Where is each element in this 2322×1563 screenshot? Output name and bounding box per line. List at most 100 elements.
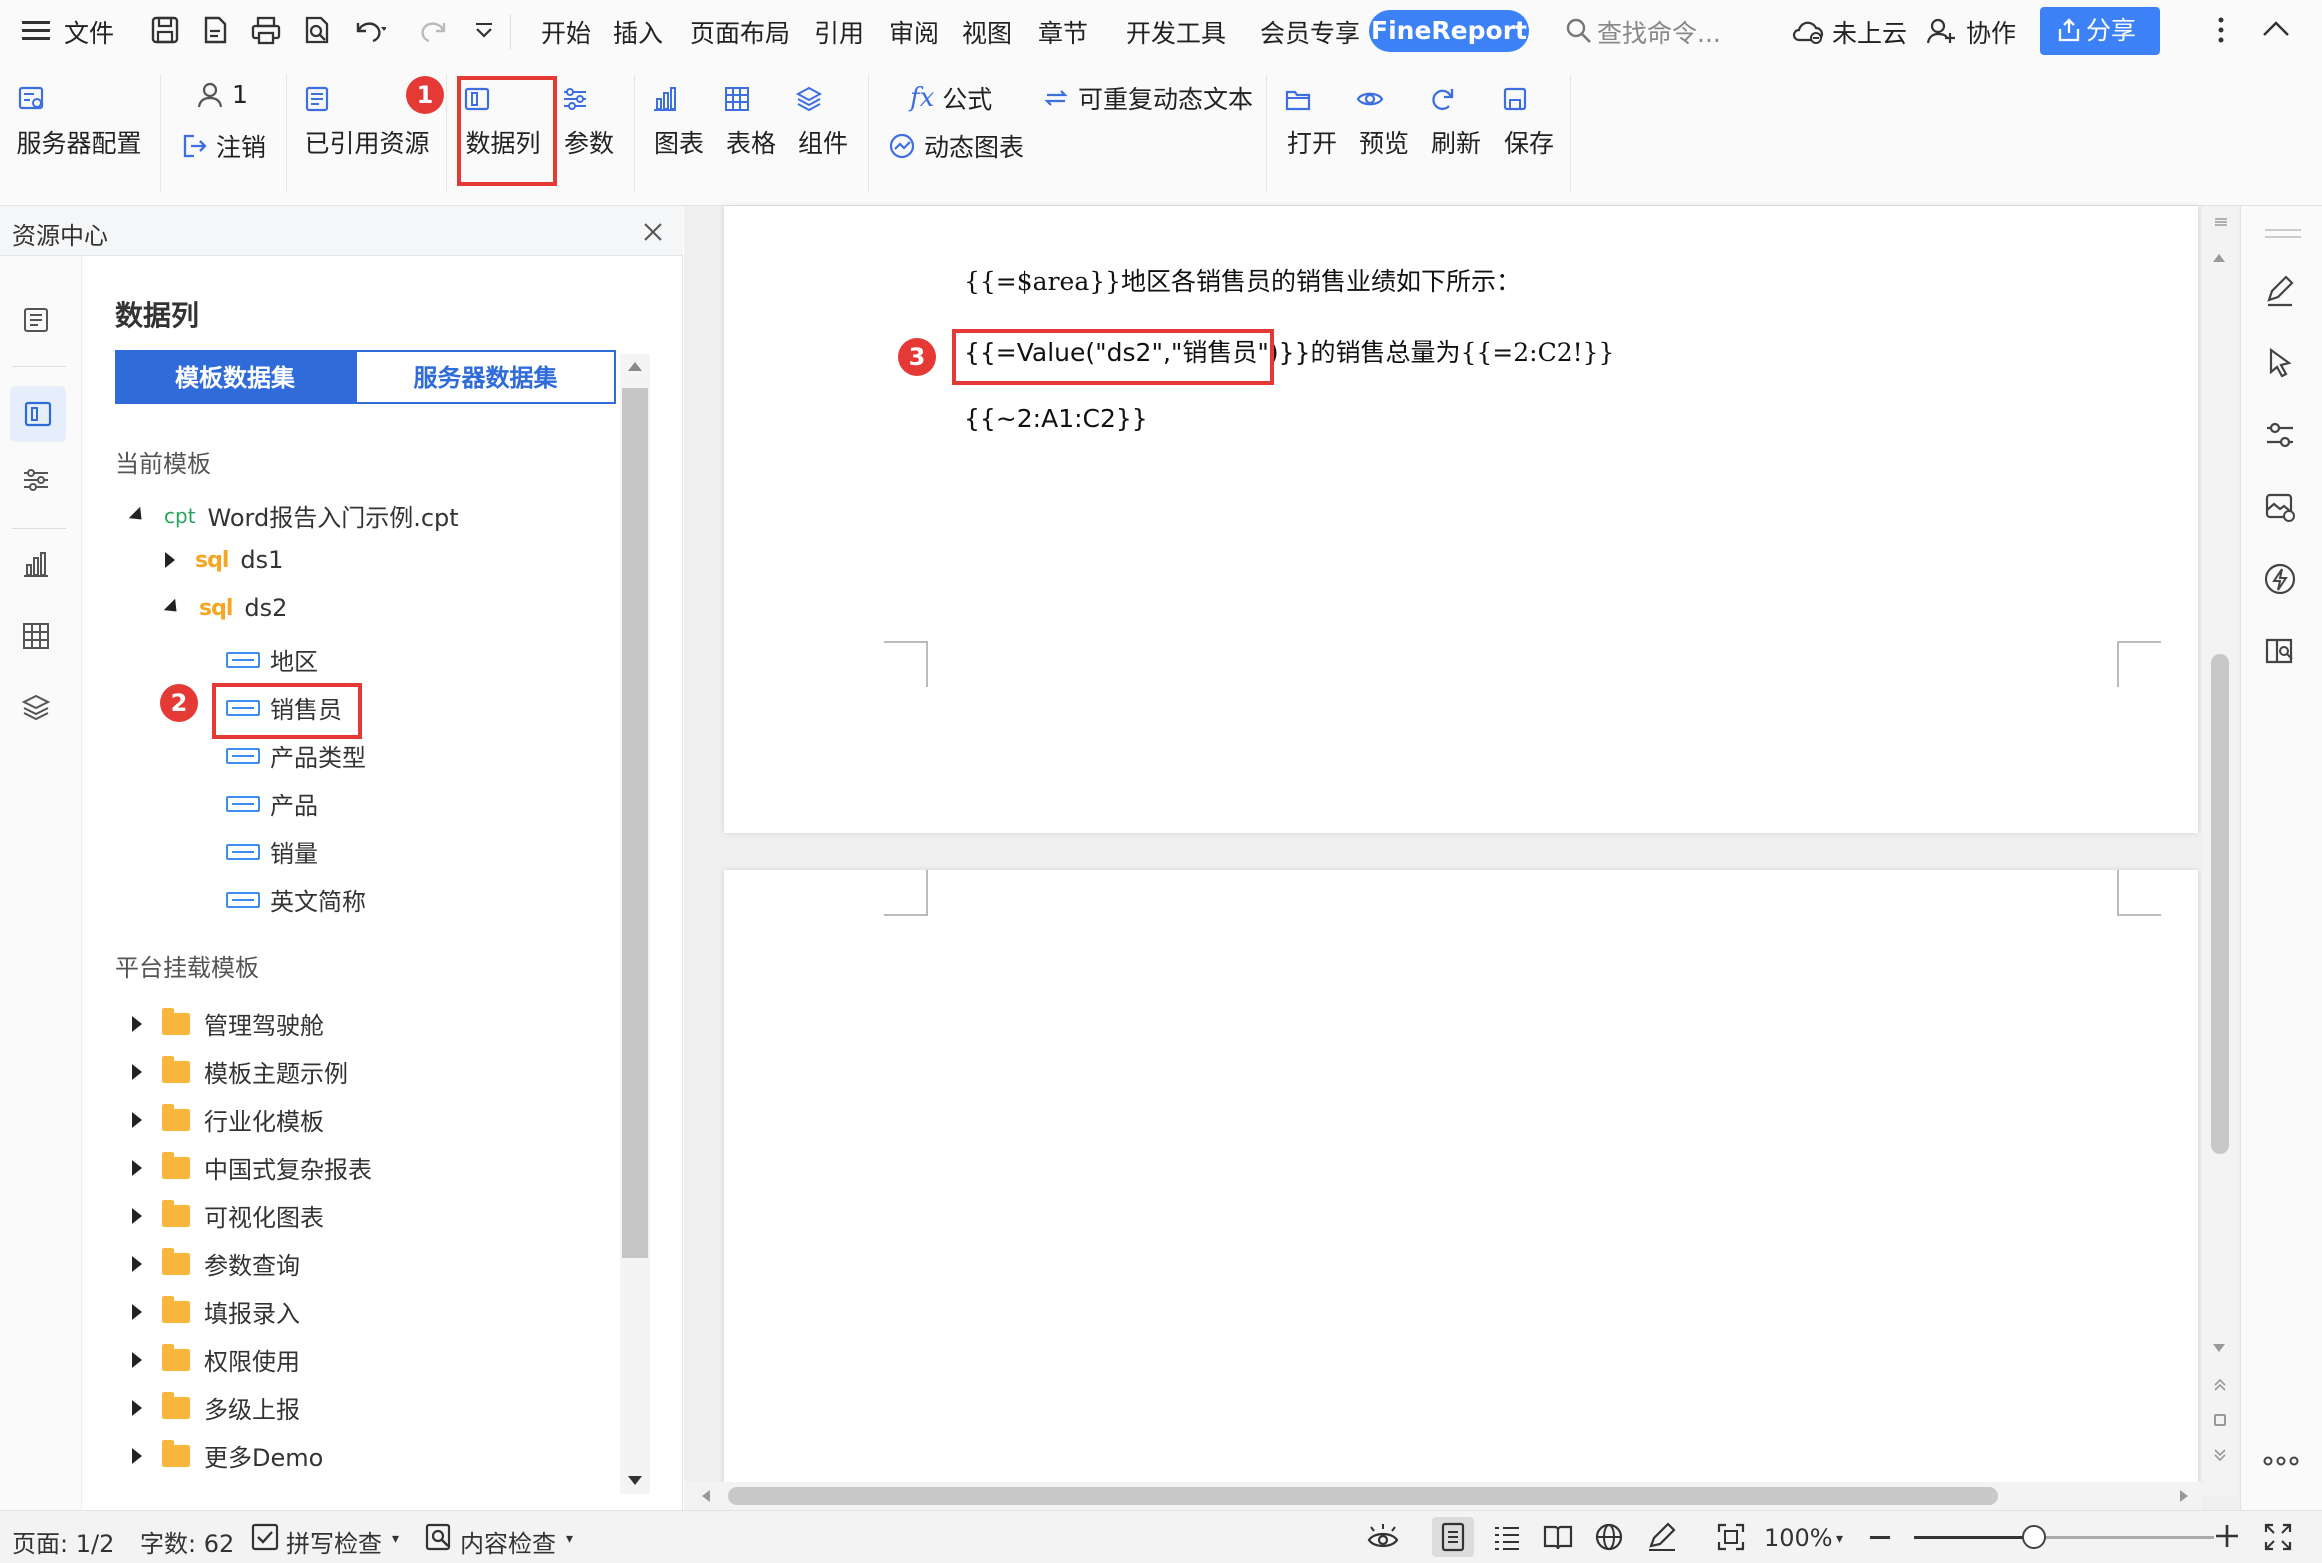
select-browse-icon[interactable] [2214, 1414, 2226, 1426]
folder-item[interactable]: 行业化模板 [132, 1102, 324, 1137]
next-page-icon[interactable] [2213, 1448, 2227, 1462]
cloud-status[interactable]: 未上云 [1832, 14, 1907, 50]
scrollbar-thumb[interactable] [622, 388, 648, 1258]
expand-arrow-icon[interactable] [132, 1063, 142, 1080]
params-icon[interactable] [20, 464, 52, 496]
chart-button[interactable]: 图表 [650, 84, 708, 160]
image-edit-icon[interactable] [2263, 490, 2297, 524]
folder-item[interactable]: 模板主题示例 [132, 1054, 348, 1089]
tab-review[interactable]: 审阅 [889, 14, 939, 50]
eye-protection-icon[interactable] [1366, 1522, 1400, 1552]
scroll-up-icon[interactable] [2213, 254, 2225, 262]
expand-arrow-icon[interactable] [165, 552, 175, 568]
reading-view-icon[interactable] [1542, 1522, 1574, 1552]
redo-icon[interactable] [420, 15, 450, 45]
server-config-button[interactable]: 服务器配置 [16, 84, 142, 160]
file-menu[interactable]: 文件 [64, 14, 114, 50]
user-count[interactable]: 1 [196, 80, 248, 109]
field-item-product[interactable]: 产品 [226, 786, 318, 821]
scroll-up-icon[interactable] [628, 362, 642, 371]
preview-button[interactable]: 预览 [1355, 84, 1413, 160]
table-icon[interactable] [20, 620, 52, 652]
scrollbar-thumb[interactable] [2211, 654, 2229, 1154]
save-button[interactable]: 保存 [1500, 84, 1558, 160]
expand-arrow-icon[interactable] [132, 1399, 142, 1416]
fit-page-icon[interactable] [1716, 1522, 1746, 1552]
collapse-ribbon-icon[interactable] [2262, 20, 2290, 38]
tab-references[interactable]: 引用 [814, 14, 864, 50]
document-vertical-scrollbar[interactable] [2202, 206, 2238, 1496]
tab-view[interactable]: 视图 [962, 14, 1012, 50]
outline-view-icon[interactable] [1492, 1522, 1522, 1552]
print-icon[interactable] [250, 15, 282, 45]
adjust-settings-icon[interactable] [2263, 418, 2297, 452]
prev-page-icon[interactable] [2213, 1378, 2227, 1392]
document-list-icon[interactable] [20, 304, 52, 336]
tree-item-template[interactable]: cpt Word报告入门示例.cpt [128, 498, 459, 533]
expand-arrow-icon[interactable] [132, 1447, 142, 1464]
folder-item[interactable]: 填报录入 [132, 1294, 300, 1329]
page-view-button[interactable] [1432, 1517, 1474, 1557]
share-button[interactable]: 分享 [2040, 7, 2160, 55]
logout-button[interactable]: 注销 [180, 128, 266, 164]
spell-check-dropdown-icon[interactable]: ▾ [392, 1531, 399, 1547]
tab-finereport[interactable]: FineReport [1369, 10, 1529, 52]
folder-item[interactable]: 权限使用 [132, 1342, 300, 1377]
select-cursor-icon[interactable] [2263, 346, 2297, 380]
field-item-sales-volume[interactable]: 销量 [226, 834, 318, 869]
collapse-arrow-icon[interactable] [163, 598, 183, 618]
more-quick-actions-icon[interactable] [474, 22, 494, 38]
tree-item-ds1[interactable]: sql ds1 [165, 546, 283, 574]
command-search-input[interactable]: 查找命令... [1597, 14, 1721, 50]
document-horizontal-scrollbar[interactable] [684, 1482, 2202, 1510]
folder-item[interactable]: 更多Demo [132, 1438, 323, 1473]
zoom-in-icon[interactable] [2214, 1523, 2240, 1549]
expand-arrow-icon[interactable] [132, 1207, 142, 1224]
zoom-slider-knob[interactable] [2022, 1525, 2046, 1549]
zoom-dropdown-icon[interactable]: ▾ [1836, 1531, 1843, 1547]
zoom-level[interactable]: 100% [1764, 1524, 1833, 1552]
tab-page-layout[interactable]: 页面布局 [690, 14, 790, 50]
document-page-1[interactable]: {{=$area}}地区各销售员的销售业绩如下所示： {{=Value("ds2… [724, 206, 2198, 833]
zoom-out-icon[interactable] [1870, 1536, 1890, 1539]
document-page-2[interactable] [724, 870, 2198, 1510]
doc-line-1[interactable]: {{=$area}}地区各销售员的销售业绩如下所示： [964, 262, 1521, 298]
tab-start[interactable]: 开始 [541, 14, 591, 50]
bar-chart-icon[interactable] [20, 548, 52, 580]
edit-pen-icon[interactable] [2263, 274, 2297, 308]
more-tools-icon[interactable] [2263, 1456, 2299, 1466]
page-indicator[interactable]: 页面: 1/2 [12, 1524, 114, 1559]
folder-item[interactable]: 中国式复杂报表 [132, 1150, 372, 1185]
spell-check-button[interactable]: 拼写检查 [286, 1524, 382, 1559]
scroll-down-icon[interactable] [2213, 1344, 2225, 1352]
layers-icon[interactable] [20, 692, 52, 724]
expand-arrow-icon[interactable] [132, 1255, 142, 1272]
tree-item-ds2[interactable]: sql ds2 [163, 594, 287, 622]
fullscreen-icon[interactable] [2262, 1521, 2294, 1553]
expand-arrow-icon[interactable] [132, 1111, 142, 1128]
tab-insert[interactable]: 插入 [613, 14, 663, 50]
scroll-down-icon[interactable] [628, 1476, 642, 1485]
reusable-text-button[interactable]: 可重复动态文本 [1042, 80, 1253, 116]
content-check-dropdown-icon[interactable]: ▾ [566, 1531, 573, 1547]
zoom-slider[interactable] [1914, 1525, 2214, 1549]
tab-section[interactable]: 章节 [1038, 14, 1088, 50]
print-preview-icon[interactable] [302, 15, 332, 45]
data-column-tab[interactable] [10, 386, 66, 442]
word-count[interactable]: 字数: 62 [140, 1524, 234, 1559]
hamburger-icon[interactable] [22, 20, 50, 42]
scroll-left-icon[interactable] [702, 1490, 710, 1502]
tab-server-dataset[interactable]: 服务器数据集 [355, 350, 616, 404]
lightning-icon[interactable] [2263, 562, 2297, 596]
collapse-arrow-icon[interactable] [128, 506, 148, 525]
content-check-button[interactable]: 内容检查 [460, 1524, 556, 1559]
scrollbar-thumb[interactable] [728, 1487, 1998, 1505]
refresh-button[interactable]: 刷新 [1427, 84, 1485, 160]
field-item-product-type[interactable]: 产品类型 [226, 738, 366, 773]
save-icon[interactable] [150, 15, 180, 45]
field-item-region[interactable]: 地区 [226, 642, 318, 677]
doc-line-3[interactable]: {{~2:A1:C2}} [964, 404, 1148, 433]
folder-item[interactable]: 可视化图表 [132, 1198, 324, 1233]
table-button[interactable]: 表格 [722, 84, 780, 160]
expand-arrow-icon[interactable] [132, 1351, 142, 1368]
